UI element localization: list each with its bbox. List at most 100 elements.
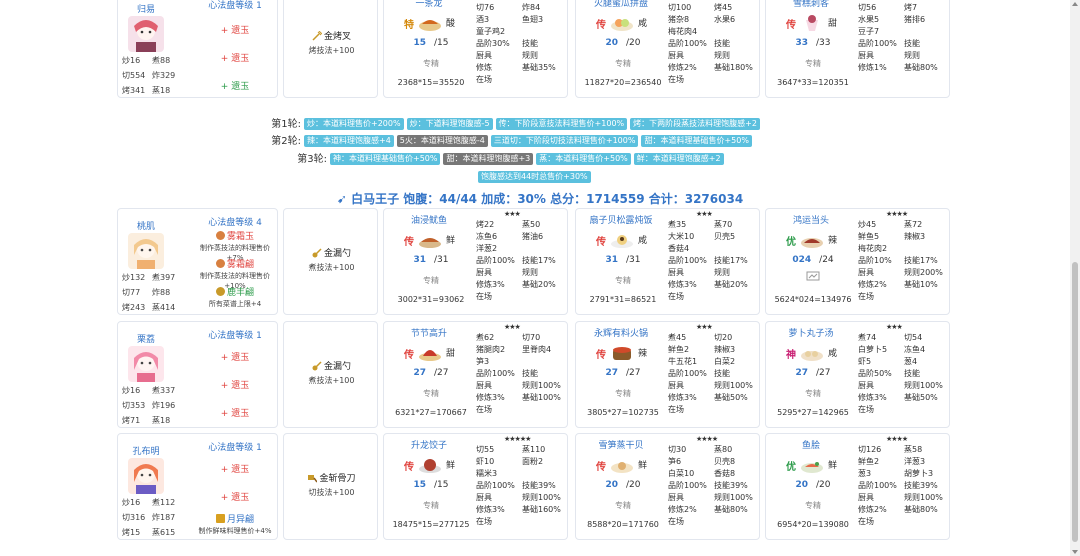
- dish-quantity[interactable]: 20: [605, 38, 618, 48]
- chef-card[interactable]: 孔布明 炒16 煮112 切316 炸187 烤15 蒸615 心法盘等级 1 + 遗…: [117, 433, 278, 540]
- equip-desc: 煮技法+100: [308, 376, 355, 385]
- dish-max: /20: [626, 38, 641, 48]
- chef-card[interactable]: 栗荔 炒16 煮337 切353 炸196 烤71 蒸18 心法盘等级 1 + 遗玉 …: [117, 321, 278, 428]
- dish-name: 雪糕刺客: [792, 0, 829, 9]
- dish-card[interactable]: 永辉有料火锅 ★★★ 传 辣 27/27 专精 3805*27=102735 煮4…: [575, 321, 760, 428]
- stat-cut: 切554: [122, 71, 146, 80]
- dish-card[interactable]: 雪笋蒸干贝 ★★★★ 传 鲜 20/20 专精 8588*20=171760 切3…: [575, 433, 760, 540]
- jade-slot[interactable]: 鹿丰翩 所有菜谱上限+4: [194, 287, 276, 309]
- dish-card[interactable]: 雪糕刺客 传 甜 33/33 专精 3647*33=120351 切56 烤7 水果…: [765, 0, 950, 98]
- dish-quantity[interactable]: 27: [413, 368, 426, 378]
- stat-boil: 煮88: [152, 56, 171, 65]
- dish-card[interactable]: 火腿蜜瓜拼盘 传 咸 20/20 专精 11827*20=236540 切100 烤…: [575, 0, 760, 98]
- chef-card[interactable]: 归易 炒16 煮88 切554 炸329 烤341 蒸18 心法盘等级 1 + 遗玉 …: [117, 0, 278, 98]
- stat-roast: 烤341: [122, 86, 146, 95]
- ladle-icon: [312, 361, 322, 371]
- jade-slot[interactable]: + 遗玉: [194, 25, 276, 37]
- dish-spec: 专精: [615, 501, 631, 510]
- results-page: { "top_row": { "chef": {"name": "归易", "l…: [0, 0, 1080, 556]
- dish-max: /24: [819, 255, 834, 265]
- jade-slot[interactable]: + 遗玉: [194, 380, 276, 392]
- dish-score: 2791*31=86521: [589, 295, 657, 304]
- rarity-tag: 特: [404, 20, 414, 31]
- dish-card[interactable]: 扇子贝松露炖饭 ★★★ 传 咸 31/31 专精 2791*31=86521 煮3…: [575, 208, 760, 315]
- flavor-label: 鲜: [828, 461, 838, 471]
- scroll-up-arrow-icon[interactable]: [1072, 2, 1078, 6]
- chef-avatar: [128, 233, 164, 269]
- dish-card[interactable]: 升龙饺子 ★★★★★ 传 鲜 15/15 专精 18475*15=277125 切…: [383, 433, 568, 540]
- dish-quantity[interactable]: 27: [605, 368, 618, 378]
- jade-slot[interactable]: + 遗玉: [194, 352, 276, 364]
- buff-badge: 三道切：下阶段切技法料理售价+100%: [490, 135, 639, 147]
- scroll-down-arrow-icon[interactable]: [1072, 550, 1078, 554]
- jade-slot[interactable]: + 遗玉: [194, 492, 276, 504]
- dish-quantity[interactable]: 20: [795, 480, 808, 490]
- dish-card[interactable]: 油浸鱿鱼 ★★★ 传 鲜 31/31 专精 3002*31=93062 烤22 蒸5…: [383, 208, 568, 315]
- equip-card[interactable]: 金斩骨刀 切技法+100: [283, 433, 378, 540]
- dish-quantity[interactable]: 27: [795, 368, 808, 378]
- round-label: 第2轮:: [271, 136, 301, 147]
- chef-level[interactable]: 心法盘等级 4: [194, 215, 276, 228]
- chef-level[interactable]: 心法盘等级 1: [194, 0, 276, 11]
- dish-name: 永辉有料火锅: [593, 329, 648, 339]
- jade-slot[interactable]: + 遗玉: [194, 408, 276, 420]
- dish-image: [610, 344, 634, 362]
- jade-icon: [215, 259, 225, 268]
- dish-image: [800, 344, 824, 362]
- jade-slot[interactable]: + 遗玉: [194, 53, 276, 65]
- dish-score: 11827*20=236540: [584, 78, 662, 87]
- equip-name: 金漏勺: [323, 362, 351, 372]
- dish-quantity[interactable]: 33: [795, 38, 808, 48]
- dish-card[interactable]: 鸿运当头 ★★★★ 优 辣 024/24 5624*024=134976 炒45 蒸…: [765, 208, 950, 315]
- top-chef-row: 归易 炒16 煮88 切554 炸329 烤341 蒸18 心法盘等级 1 + 遗玉 …: [117, 0, 954, 98]
- flavor-label: 甜: [446, 349, 456, 359]
- buff-badge: 传：下阶段意技法料理售价+100%: [495, 118, 628, 130]
- dish-stars: ★★★★: [696, 435, 718, 443]
- flavor-label: 咸: [638, 236, 648, 246]
- scrollbar-thumb[interactable]: [1072, 262, 1078, 542]
- equip-card[interactable]: 金烤叉 烤技法+100: [283, 0, 378, 98]
- flavor-label: 甜: [828, 19, 838, 29]
- dish-name: 雪笋蒸干贝: [598, 441, 644, 451]
- dish-name: 扇子贝松露炖饭: [589, 216, 653, 226]
- jade-icon: [215, 514, 225, 523]
- rarity-tag: 传: [596, 20, 606, 31]
- dish-quantity[interactable]: 31: [605, 255, 618, 265]
- equip-card[interactable]: 金漏勺 煮技法+100: [283, 208, 378, 315]
- dish-image: [418, 456, 442, 474]
- dish-quantity[interactable]: 15: [413, 480, 426, 490]
- chef-stats: 炒16 煮337 切353 炸196 烤71 蒸18: [122, 386, 176, 425]
- dish-card[interactable]: 鱼脍 ★★★★ 优 鲜 20/20 专精 6954*20=139080 切126 蒸…: [765, 433, 950, 540]
- chef-card[interactable]: 桃肌 炒132 煮397 切77 炸88 烤243 蒸414 心法盘等级 4 雾霜玉制…: [117, 208, 278, 315]
- equip-card[interactable]: 金漏勺 煮技法+100: [283, 321, 378, 428]
- dish-image: [418, 231, 442, 249]
- dish-score: 2368*15=35520: [397, 78, 465, 87]
- dish-details: 煮35 蒸70 大米10 贝壳5 香菇4 品阶100% 技能17% 厨具 规则 修炼3%…: [668, 220, 748, 301]
- jade-slot[interactable]: + 遗玉: [194, 81, 276, 93]
- chef-name: 归易: [136, 5, 155, 15]
- dish-name: 一条龙: [415, 0, 443, 9]
- dish-score: 5624*024=134976: [774, 295, 852, 304]
- rarity-tag: 传: [786, 20, 796, 31]
- rarity-tag: 神: [786, 350, 796, 361]
- equip-desc: 煮技法+100: [308, 263, 355, 272]
- dish-quantity[interactable]: 024: [792, 255, 811, 265]
- dish-spec: 专精: [423, 59, 439, 68]
- dish-name: 节节高升: [410, 329, 447, 339]
- chef-level[interactable]: 心法盘等级 1: [194, 328, 276, 341]
- dish-card[interactable]: 萝卜丸子汤 ★★★ 神 咸 27/27 专精 5295*27=142965 煮74…: [765, 321, 950, 428]
- dish-card[interactable]: 节节高升 ★★★ 传 甜 27/27 专精 6321*27=170667 煮62 切…: [383, 321, 568, 428]
- dish-quantity[interactable]: 15: [413, 38, 426, 48]
- jade-slot[interactable]: + 遗玉: [194, 464, 276, 476]
- dish-quantity[interactable]: 31: [413, 255, 426, 265]
- buff-badge: 甜：本道料理饱腹感+3: [443, 153, 534, 165]
- dish-stars: ★★★: [504, 323, 521, 331]
- dish-card[interactable]: 一条龙 特 酸 15/15 专精 2368*15=35520 切76 炸84 酒3 鱼…: [383, 0, 568, 98]
- jade-slot[interactable]: 月异翩 制作鲜味料理售价+4%: [194, 514, 276, 536]
- dish-spec: 专精: [423, 276, 439, 285]
- page-scrollbar[interactable]: [1070, 0, 1080, 556]
- dish-quantity[interactable]: 20: [605, 480, 618, 490]
- chef-level[interactable]: 心法盘等级 1: [194, 440, 276, 453]
- dish-image: [610, 231, 634, 249]
- ladle-icon: [312, 248, 322, 258]
